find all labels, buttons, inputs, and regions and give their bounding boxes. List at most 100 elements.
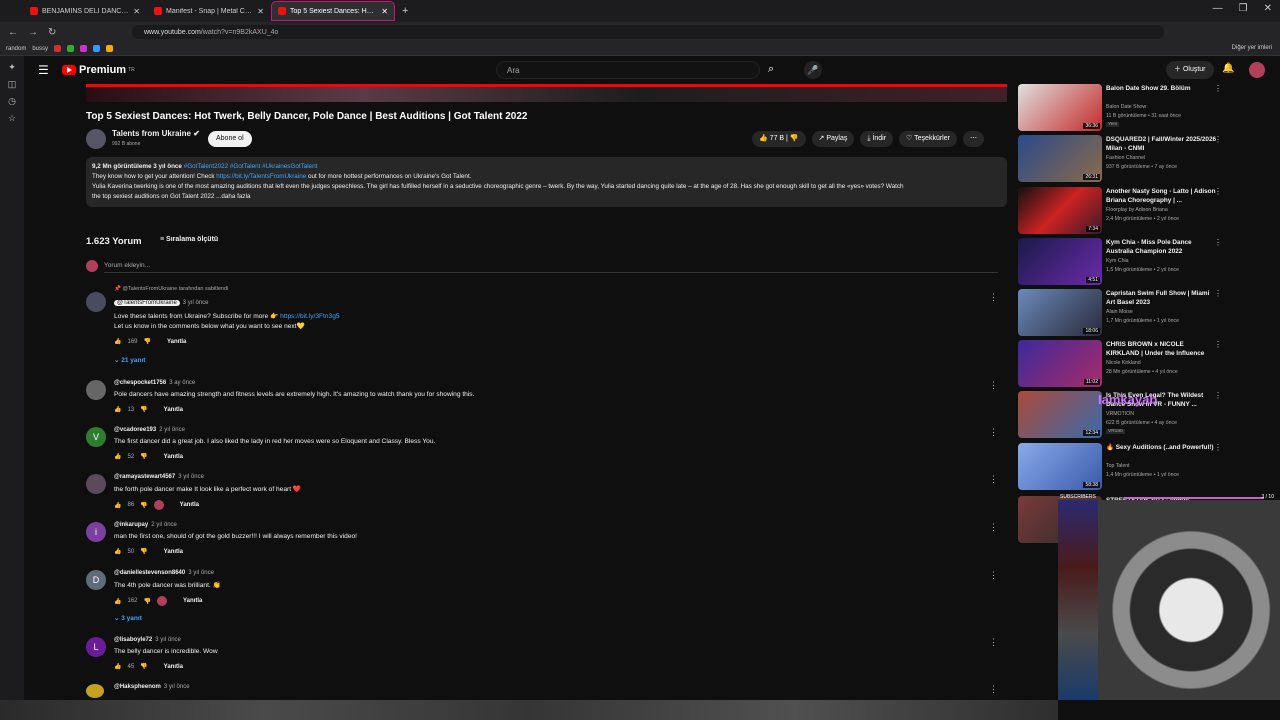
more-options-icon[interactable]: ⋮: [989, 292, 998, 303]
more-options-icon[interactable]: ⋮: [989, 522, 998, 533]
thumbs-down-icon[interactable]: 👎: [140, 663, 147, 670]
search-input[interactable]: Ara: [496, 61, 760, 79]
search-icon[interactable]: ⌕: [768, 63, 774, 76]
like-button[interactable]: 👍 77 B | 👎: [752, 131, 806, 147]
reply-button[interactable]: Yanıtla: [164, 664, 183, 670]
video-thumbnail[interactable]: 4:51: [1018, 238, 1102, 285]
back-icon[interactable]: ←: [8, 27, 18, 38]
more-options-icon[interactable]: ⋮: [1214, 289, 1222, 298]
add-comment-input[interactable]: Yorum ekleyin...: [104, 262, 150, 269]
favorites-icon[interactable]: ☆: [0, 113, 24, 124]
create-button[interactable]: ＋ Oluştur: [1166, 61, 1214, 79]
comment-author[interactable]: @inkarupay 2 yıl önce: [114, 522, 177, 528]
close-icon[interactable]: ✕: [133, 7, 140, 16]
thumbs-down-icon[interactable]: 👎: [140, 502, 147, 509]
more-options-icon[interactable]: ⋮: [1214, 443, 1222, 452]
comment-author[interactable]: @daniellestevenson8640 3 yıl önce: [114, 570, 214, 576]
thumbs-down-icon[interactable]: 👎: [140, 548, 147, 555]
download-button[interactable]: ⤓ İndir: [860, 131, 894, 147]
sidebar-icon[interactable]: ✦: [0, 62, 24, 73]
comment-author[interactable]: @Hakspheenom 3 yıl önce: [114, 684, 190, 690]
bookmark-icon[interactable]: [67, 45, 75, 52]
more-options-icon[interactable]: ⋮: [1214, 238, 1222, 247]
thumbs-up-icon[interactable]: 👍: [114, 502, 121, 509]
video-thumbnail[interactable]: 12:34: [1018, 391, 1102, 438]
minimize-icon[interactable]: —: [1213, 3, 1223, 14]
avatar[interactable]: [86, 474, 106, 494]
thumbs-down-icon[interactable]: 👎: [140, 406, 147, 413]
avatar[interactable]: [86, 380, 106, 400]
close-icon[interactable]: ✕: [381, 7, 388, 16]
browser-tab-active[interactable]: Top 5 Sexiest Dances: Hot Twer✕: [271, 1, 395, 21]
thumbs-up-icon[interactable]: 👍: [114, 406, 121, 413]
avatar[interactable]: V: [86, 427, 106, 447]
more-actions-icon[interactable]: ⋯: [962, 131, 984, 147]
video-thumbnail[interactable]: 11:02: [1018, 340, 1102, 387]
maximize-icon[interactable]: ❐: [1239, 3, 1248, 14]
avatar[interactable]: L: [86, 637, 106, 657]
channel-avatar[interactable]: [86, 129, 106, 149]
close-icon[interactable]: ✕: [257, 7, 264, 16]
view-replies-button[interactable]: ⌄ 21 yanıt: [114, 356, 145, 364]
new-tab-icon[interactable]: +: [402, 5, 408, 17]
recommended-video[interactable]: 18:06 Capristan Swim Full Show | Miami A…: [1018, 289, 1242, 337]
reload-icon[interactable]: ↻: [48, 27, 56, 38]
bookmark-folder[interactable]: bussy: [32, 46, 48, 52]
recommended-video[interactable]: 58:38 🔥 Sexy Auditions (..and Powerful!)…: [1018, 443, 1242, 491]
comment-author[interactable]: @lisaboyle72 3 yıl önce: [114, 637, 181, 643]
more-options-icon[interactable]: ⋮: [989, 427, 998, 438]
address-bar[interactable]: www.youtube.com/watch?v=n9B2kAXU_4o: [132, 25, 1164, 39]
notifications-icon[interactable]: 🔔: [1222, 63, 1234, 74]
avatar[interactable]: [1249, 62, 1265, 78]
bookmark-icon[interactable]: [54, 45, 62, 52]
more-options-icon[interactable]: ⋮: [989, 474, 998, 485]
more-options-icon[interactable]: ⋮: [989, 570, 998, 581]
more-options-icon[interactable]: ⋮: [1214, 135, 1222, 144]
reply-button[interactable]: Yanıtla: [164, 454, 183, 460]
more-options-icon[interactable]: ⋮: [1214, 84, 1222, 93]
bookmark-icon[interactable]: [93, 45, 101, 52]
video-thumbnail[interactable]: 58:38: [1018, 443, 1102, 490]
comment-author[interactable]: @chespocket1756 3 ay önce: [114, 380, 195, 386]
recommended-video[interactable]: 36:36 Balon Date Show 29. Bölüm Balon Da…: [1018, 84, 1242, 132]
comment-author[interactable]: @vcadoree193 2 yıl önce: [114, 427, 185, 433]
avatar[interactable]: [86, 292, 106, 312]
thumbs-up-icon[interactable]: 👍: [114, 663, 121, 670]
thumbs-down-icon[interactable]: 👎: [144, 338, 151, 345]
recommended-video[interactable]: 26:31 DSQUARED2 | Fall/Winter 2025/2026 …: [1018, 135, 1242, 183]
more-options-icon[interactable]: ⋮: [989, 637, 998, 648]
forward-icon[interactable]: →: [28, 27, 38, 38]
view-replies-button[interactable]: ⌄ 3 yanıt: [114, 614, 142, 622]
close-window-icon[interactable]: ✕: [1264, 3, 1272, 14]
video-description[interactable]: 9,2 Mn görüntüleme 3 yıl önce #GotTalent…: [86, 157, 1007, 207]
channel-name[interactable]: Talents from Ukraine ✔: [112, 129, 200, 138]
avatar[interactable]: D: [86, 570, 106, 590]
microphone-icon[interactable]: 🎤: [804, 61, 822, 79]
video-thumbnail[interactable]: 36:36: [1018, 84, 1102, 131]
recommended-video[interactable]: 4:51 Kym Chia - Miss Pole Dance Australi…: [1018, 238, 1242, 286]
more-options-icon[interactable]: ⋮: [1214, 391, 1222, 400]
more-options-icon[interactable]: ⋮: [1214, 187, 1222, 196]
thumbs-up-icon[interactable]: 👍: [114, 598, 121, 605]
bookmark-icon[interactable]: [80, 45, 88, 52]
comment-author[interactable]: @TalentsFromUkraine 3 yıl önce: [114, 300, 208, 306]
video-progress-bar[interactable]: [86, 84, 1007, 87]
recommended-video[interactable]: 7:34 Another Nasty Song - Latto | Adison…: [1018, 187, 1242, 235]
video-thumbnail[interactable]: 18:06: [1018, 289, 1102, 336]
comment-author[interactable]: @ramayastewart4567 3 yıl önce: [114, 474, 204, 480]
browser-tab[interactable]: BENJAMINS DELI DANCE TREN✕: [24, 2, 146, 20]
more-options-icon[interactable]: ⋮: [1214, 340, 1222, 349]
reply-button[interactable]: Yanıtla: [180, 502, 199, 508]
thumbs-down-icon[interactable]: 👎: [790, 135, 799, 142]
menu-icon[interactable]: ☰: [38, 63, 49, 77]
avatar[interactable]: i: [86, 522, 106, 542]
reply-button[interactable]: Yanıtla: [164, 407, 183, 413]
browser-tab[interactable]: Manifest - Snap | Metal Cover ✕: [148, 2, 270, 20]
reply-button[interactable]: Yanıtla: [167, 339, 186, 345]
avatar[interactable]: [86, 684, 104, 698]
thumbs-down-icon[interactable]: 👎: [144, 598, 151, 605]
thanks-button[interactable]: ♡ Teşekkürler: [899, 131, 957, 147]
video-thumbnail[interactable]: 26:31: [1018, 135, 1102, 182]
more-options-icon[interactable]: ⋮: [989, 380, 998, 391]
more-options-icon[interactable]: ⋮: [989, 684, 998, 695]
